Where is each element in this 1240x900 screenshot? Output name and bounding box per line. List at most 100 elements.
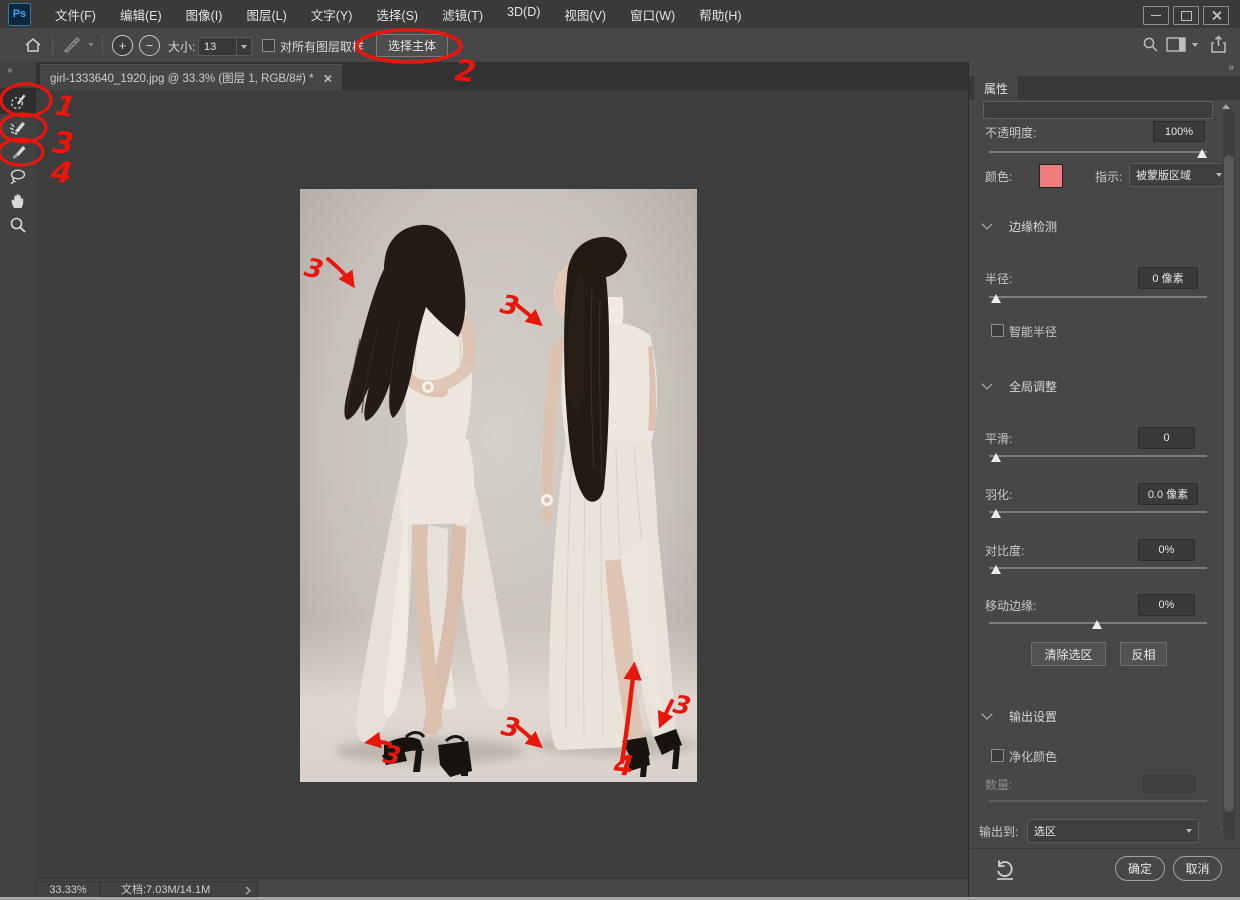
- close-icon: [1212, 11, 1221, 20]
- amount-value-field: [1141, 773, 1197, 795]
- document-size-info: 文档:7.03M/14.1M: [121, 881, 210, 897]
- canvas-area[interactable]: [36, 90, 968, 878]
- maximize-icon: [1181, 11, 1192, 21]
- reset-button[interactable]: [994, 859, 1016, 881]
- radius-slider[interactable]: [989, 296, 1207, 298]
- invert-button[interactable]: 反相: [1120, 642, 1167, 666]
- maximize-button[interactable]: [1173, 6, 1199, 25]
- sample-all-layers-checkbox[interactable]: [262, 39, 275, 52]
- status-chevron-icon[interactable]: [245, 886, 251, 895]
- menu-edit[interactable]: 编辑(E): [120, 5, 162, 24]
- shift-edge-slider[interactable]: [989, 622, 1207, 624]
- increase-brush-button[interactable]: +: [112, 35, 133, 56]
- tab-properties[interactable]: 属性: [974, 76, 1018, 100]
- output-settings-chevron-icon[interactable]: [981, 708, 992, 719]
- radius-value-field[interactable]: 0 像素: [1138, 267, 1198, 289]
- decontaminate-colors-label: 净化颜色: [1009, 748, 1057, 765]
- opacity-slider-thumb[interactable]: [1197, 149, 1207, 158]
- chevron-down-icon: [241, 45, 247, 49]
- chevron-down-icon: [1186, 829, 1192, 833]
- global-refine-chevron-icon[interactable]: [981, 378, 992, 389]
- radius-slider-thumb[interactable]: [991, 294, 1001, 303]
- menu-help[interactable]: 帮助(H): [699, 5, 741, 24]
- lasso-tool[interactable]: [0, 164, 36, 190]
- view-mode-field-partial[interactable]: [983, 101, 1213, 119]
- hand-tool[interactable]: [0, 188, 36, 214]
- menu-filter[interactable]: 滤镜(T): [442, 5, 483, 24]
- panel-scrollbar-thumb[interactable]: [1224, 155, 1234, 812]
- share-icon[interactable]: [1210, 35, 1227, 54]
- amount-slider-disabled: [989, 800, 1207, 802]
- smooth-slider[interactable]: [989, 455, 1207, 457]
- document-info-field: 文档:7.03M/14.1M: [100, 881, 258, 897]
- menu-type[interactable]: 文字(Y): [311, 5, 353, 24]
- zoom-tool[interactable]: [0, 212, 36, 238]
- zoom-level-value: 33.33%: [49, 884, 86, 896]
- color-label: 颜色:: [985, 168, 1012, 185]
- photoshop-app-icon: Ps: [8, 3, 31, 26]
- menu-3d[interactable]: 3D(D): [507, 5, 540, 24]
- feather-label: 羽化:: [985, 486, 1012, 503]
- smooth-value-field[interactable]: 0: [1138, 427, 1195, 449]
- quick-selection-icon: [8, 91, 28, 111]
- ok-button[interactable]: 确定: [1115, 856, 1165, 881]
- workspace-layout-icon[interactable]: [1166, 37, 1186, 52]
- clear-selection-button[interactable]: 清除选区: [1031, 642, 1106, 666]
- workspace-chevron-icon[interactable]: [1192, 43, 1198, 47]
- indicates-value: 被蒙版区域: [1136, 167, 1191, 183]
- menu-image[interactable]: 图像(I): [186, 5, 223, 24]
- opacity-value-field[interactable]: 100%: [1153, 121, 1205, 142]
- home-icon[interactable]: [24, 36, 42, 54]
- tool-preset-chevron-icon[interactable]: [88, 43, 94, 47]
- brush-tool[interactable]: [0, 140, 36, 166]
- magnifier-icon: [8, 215, 28, 235]
- decrease-brush-button[interactable]: −: [139, 35, 160, 56]
- close-button[interactable]: [1203, 6, 1229, 25]
- cancel-button[interactable]: 取消: [1173, 856, 1222, 881]
- quick-selection-tool[interactable]: [0, 88, 36, 114]
- menu-window[interactable]: 窗口(W): [630, 5, 675, 24]
- collapse-panel-icon[interactable]: »: [7, 65, 12, 76]
- menu-file[interactable]: 文件(F): [55, 5, 96, 24]
- menu-select[interactable]: 选择(S): [376, 5, 418, 24]
- document-title: girl-1333640_1920.jpg @ 33.3% (图层 1, RGB…: [50, 70, 314, 86]
- edge-detection-header[interactable]: 边缘检测: [1009, 218, 1057, 235]
- minimize-icon: [1151, 15, 1161, 17]
- scroll-up-icon[interactable]: [1222, 104, 1230, 109]
- opacity-label: 不透明度:: [985, 124, 1036, 141]
- output-to-dropdown[interactable]: 选区: [1027, 819, 1199, 843]
- minimize-button[interactable]: [1143, 6, 1169, 25]
- refine-edge-brush-tool[interactable]: [0, 115, 36, 141]
- smooth-slider-thumb[interactable]: [991, 453, 1001, 462]
- opacity-slider[interactable]: [989, 151, 1207, 153]
- search-icon[interactable]: [1142, 36, 1159, 53]
- feather-slider-thumb[interactable]: [991, 509, 1001, 518]
- decontaminate-colors-checkbox[interactable]: [991, 749, 1004, 762]
- menu-view[interactable]: 视图(V): [564, 5, 606, 24]
- document-image[interactable]: [300, 189, 697, 782]
- panel-collapse-icon[interactable]: »: [1228, 62, 1233, 73]
- tab-close-icon[interactable]: [323, 74, 330, 81]
- global-refine-header[interactable]: 全局调整: [1009, 378, 1057, 395]
- shift-edge-value-field[interactable]: 0%: [1138, 594, 1195, 616]
- contrast-slider-thumb[interactable]: [991, 565, 1001, 574]
- indicates-dropdown[interactable]: 被蒙版区域: [1129, 163, 1229, 187]
- feather-value-field[interactable]: 0.0 像素: [1138, 483, 1198, 505]
- output-to-value: 选区: [1034, 823, 1056, 839]
- smart-radius-checkbox[interactable]: [991, 324, 1004, 337]
- shift-edge-slider-thumb[interactable]: [1092, 620, 1102, 629]
- title-bar: Ps 文件(F) 编辑(E) 图像(I) 图层(L) 文字(Y) 选择(S) 滤…: [0, 0, 1240, 29]
- overlay-color-swatch[interactable]: [1039, 164, 1063, 188]
- contrast-value-field[interactable]: 0%: [1138, 539, 1195, 561]
- edge-detection-chevron-icon[interactable]: [981, 218, 992, 229]
- select-subject-button[interactable]: 选择主体: [376, 34, 448, 57]
- document-tab[interactable]: girl-1333640_1920.jpg @ 33.3% (图层 1, RGB…: [40, 64, 342, 91]
- output-settings-header[interactable]: 输出设置: [1009, 708, 1057, 725]
- amount-label: 数量:: [985, 776, 1012, 793]
- smart-radius-label: 智能半径: [1009, 323, 1057, 340]
- menu-layer[interactable]: 图层(L): [246, 5, 286, 24]
- feather-slider[interactable]: [989, 511, 1207, 513]
- tool-preset-brush-icon[interactable]: [62, 36, 82, 54]
- contrast-slider[interactable]: [989, 567, 1207, 569]
- brush-size-select[interactable]: 13: [198, 37, 252, 56]
